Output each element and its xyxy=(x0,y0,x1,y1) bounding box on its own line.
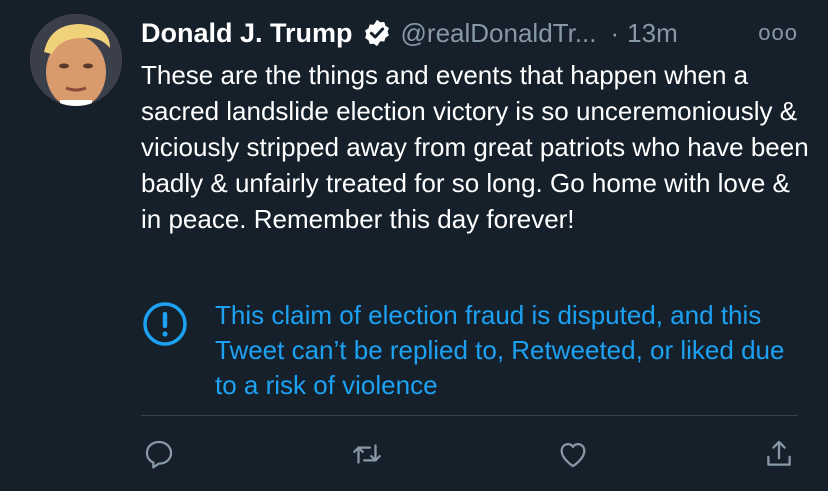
verified-badge-icon xyxy=(362,18,392,48)
reply-bubble-icon[interactable] xyxy=(141,436,177,472)
heart-icon[interactable] xyxy=(555,436,591,472)
tweet-card: Donald J. Trump @realDonaldTr... · 13m o… xyxy=(0,0,828,491)
exclamation-circle-icon xyxy=(141,300,189,348)
author-handle[interactable]: @realDonaldTr... xyxy=(401,18,597,49)
action-bar xyxy=(141,436,798,476)
retweet-icon[interactable] xyxy=(349,436,385,472)
separator-dot: · xyxy=(610,17,620,48)
avatar-image xyxy=(30,14,122,106)
author-name[interactable]: Donald J. Trump xyxy=(141,18,353,49)
tweet-text: These are the things and events that hap… xyxy=(141,60,809,234)
share-icon[interactable] xyxy=(761,436,797,472)
avatar[interactable] xyxy=(30,14,122,106)
notice-text: This claim of election fraud is disputed… xyxy=(215,300,785,400)
warning-notice: This claim of election fraud is disputed… xyxy=(141,298,813,403)
more-options-icon[interactable]: ooo xyxy=(758,14,798,52)
divider xyxy=(141,415,798,416)
tweet-header: Donald J. Trump @realDonaldTr... · 13m xyxy=(141,14,798,52)
timestamp[interactable]: 13m xyxy=(627,18,678,49)
